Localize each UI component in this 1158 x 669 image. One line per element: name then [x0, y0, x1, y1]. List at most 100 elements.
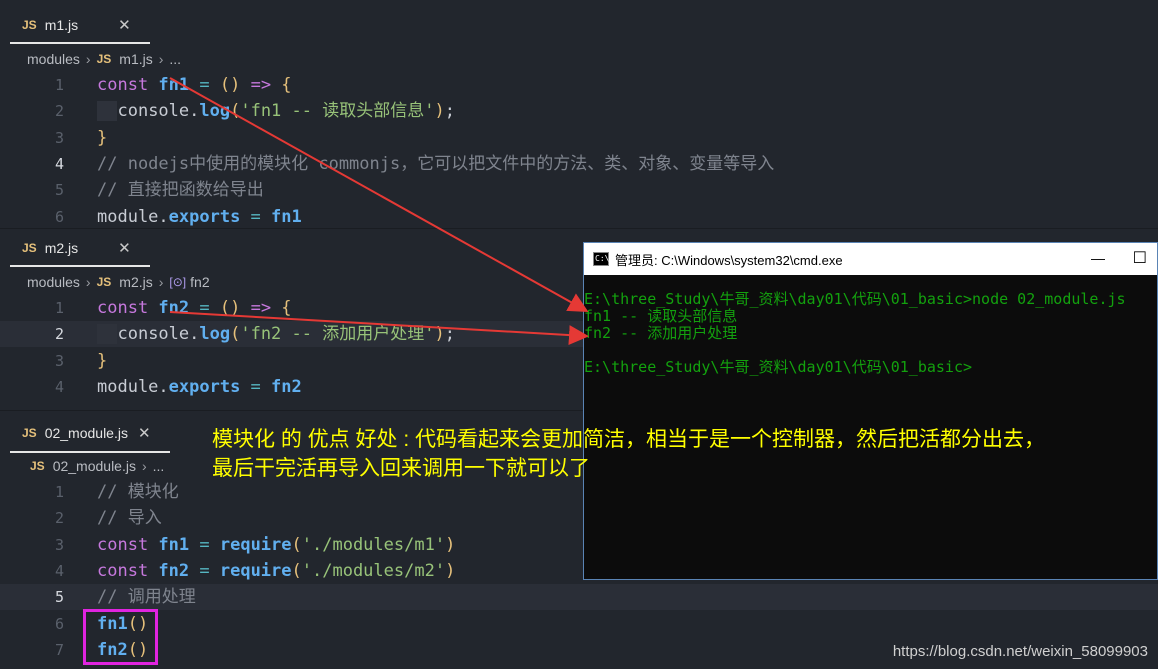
chevron-right-icon: › — [85, 51, 91, 67]
code-token: () — [219, 298, 251, 318]
code-token: = — [240, 376, 272, 397]
code-token: fn2 — [271, 376, 302, 397]
code-line[interactable]: 6 fn1() — [0, 611, 1158, 637]
code-token: = — [189, 75, 220, 95]
tab-m1-js[interactable]: JS m1.js ✕ — [22, 10, 131, 40]
close-icon[interactable]: ✕ — [138, 424, 151, 442]
code-text: // 模块化 — [97, 479, 179, 505]
line-number: 5 — [54, 181, 64, 200]
close-icon[interactable]: ✕ — [118, 16, 131, 34]
code-text: } — [97, 125, 107, 151]
line-number: 3 — [54, 351, 64, 370]
code-token: log — [199, 101, 231, 122]
highlight-box — [83, 609, 158, 665]
code-token: module. — [97, 206, 169, 227]
annotation-line-1: 模块化 的 优点 好处 : 代码看起来会更加简洁，相当于是一个控制器，然后把活都… — [212, 428, 1046, 451]
breadcrumb: modules › JS m2.js › [⊙] fn2 — [27, 271, 210, 293]
code-line[interactable]: 2 console.log('fn1 -- 读取头部信息'); — [0, 98, 1158, 124]
active-tab-indicator — [10, 451, 170, 453]
tab-label: m1.js — [44, 17, 79, 33]
line-number: 4 — [54, 561, 64, 580]
code-token: { — [281, 75, 292, 95]
code-line[interactable]: 4 // nodejs中使用的模块化 commonjs，它可以把文件中的方法、类、… — [0, 151, 1158, 177]
code-token: ) — [434, 324, 445, 345]
code-token: fn1 — [158, 75, 190, 95]
breadcrumb-file[interactable]: 02_module.js — [53, 458, 136, 474]
code-token: fn2 — [158, 298, 190, 318]
js-file-icon: JS — [22, 426, 37, 440]
code-token: require — [219, 534, 292, 555]
code-token: => — [250, 75, 282, 95]
code-token: const — [97, 560, 159, 581]
code-token: = — [240, 206, 272, 227]
code-text: // 导入 — [97, 505, 162, 531]
code-token: } — [97, 127, 108, 148]
code-token: fn2 — [158, 560, 190, 581]
code-token: const — [97, 75, 159, 95]
tab-label: m2.js — [44, 240, 79, 256]
js-file-icon: JS — [22, 18, 37, 32]
code-token: log — [199, 324, 231, 345]
code-token: const — [97, 298, 159, 318]
code-line[interactable]: 5 // 直接把函数给导出 — [0, 177, 1158, 203]
code-line[interactable]: 3} — [0, 125, 1158, 151]
annotation-text: 模块化 的 优点 好处 : 代码看起来会更加简洁，相当于是一个控制器，然后把活都… — [212, 425, 1157, 483]
cmd-titlebar[interactable]: C:\ 管理员: C:\Windows\system32\cmd.exe — ☐ — [584, 243, 1157, 275]
cmd-output-line — [584, 342, 1157, 359]
annotation-line-2: 最后干完活再导入回来调用一下就可以了 — [212, 457, 590, 480]
code-token: 'fn2 -- 添加用户处理' — [240, 324, 435, 345]
code-text: console.log('fn1 -- 读取头部信息'); — [97, 98, 455, 124]
breadcrumb-file[interactable]: m1.js — [119, 51, 152, 67]
line-number: 1 — [54, 483, 64, 501]
indent-guide — [97, 324, 118, 345]
cmd-output[interactable]: E:\three_Study\牛哥_资料\day01\代码\01_basic>n… — [584, 275, 1157, 376]
chevron-right-icon: › — [141, 458, 147, 474]
code-text: const fn2 = require('./modules/m2') — [97, 558, 455, 584]
code-token: // 导入 — [97, 508, 162, 529]
minimize-button[interactable]: — — [1091, 250, 1105, 266]
code-text: // 直接把函数给导出 — [97, 177, 264, 203]
cmd-window[interactable]: C:\ 管理员: C:\Windows\system32\cmd.exe — ☐… — [583, 242, 1158, 580]
code-line[interactable]: 6 module.exports = fn1 — [0, 204, 1158, 230]
code-token: exports — [168, 376, 241, 397]
breadcrumb: JS 02_module.js › ... — [30, 455, 164, 477]
code-token: exports — [168, 206, 241, 227]
breadcrumb-more[interactable]: ... — [153, 458, 165, 474]
maximize-button[interactable]: ☐ — [1133, 248, 1147, 268]
breadcrumb-folder[interactable]: modules — [27, 51, 80, 67]
js-file-icon: JS — [96, 275, 112, 289]
code-text: module.exports = fn1 — [97, 204, 302, 230]
line-number: 3 — [54, 128, 64, 147]
code-token: ) — [434, 101, 445, 122]
breadcrumb-folder[interactable]: modules — [27, 274, 80, 290]
indent-guide — [97, 101, 118, 122]
close-icon[interactable]: ✕ — [118, 239, 131, 257]
code-token: => — [250, 298, 282, 318]
breadcrumb-more[interactable]: ... — [169, 51, 181, 67]
cmd-output-line: fn2 -- 添加用户处理 — [584, 324, 738, 342]
code-token: // 调用处理 — [97, 587, 196, 608]
line-number: 2 — [54, 102, 64, 121]
code-line[interactable]: 5 // 调用处理 — [0, 584, 1158, 611]
code-text: const fn2 = () => { — [97, 295, 292, 321]
tab-label: 02_module.js — [44, 425, 128, 441]
code-token: // 模块化 — [97, 482, 179, 502]
symbol-method-icon: [⊙] — [169, 275, 187, 289]
code-token: // nodejs中使用的模块化 commonjs，它可以把文件中的方法、类、对… — [97, 153, 775, 174]
js-file-icon: JS — [22, 241, 37, 255]
breadcrumb-file[interactable]: m2.js — [119, 274, 152, 290]
line-number: 5 — [54, 588, 64, 607]
js-file-icon: JS — [30, 459, 45, 473]
code-token: ) — [445, 560, 456, 581]
code-token: = — [189, 534, 220, 555]
tab-m2-js[interactable]: JS m2.js ✕ — [22, 233, 131, 263]
code-token: } — [97, 350, 108, 371]
code-token: { — [281, 298, 292, 318]
code-text: const fn1 = () => { — [97, 72, 292, 98]
code-token: require — [219, 560, 292, 581]
tab-02-module-js[interactable]: JS 02_module.js ✕ — [22, 418, 151, 448]
chevron-right-icon: › — [158, 274, 164, 290]
chevron-right-icon: › — [158, 51, 164, 67]
breadcrumb-symbol[interactable]: fn2 — [190, 274, 209, 290]
code-line[interactable]: 1 const fn1 = () => { — [0, 72, 1158, 98]
